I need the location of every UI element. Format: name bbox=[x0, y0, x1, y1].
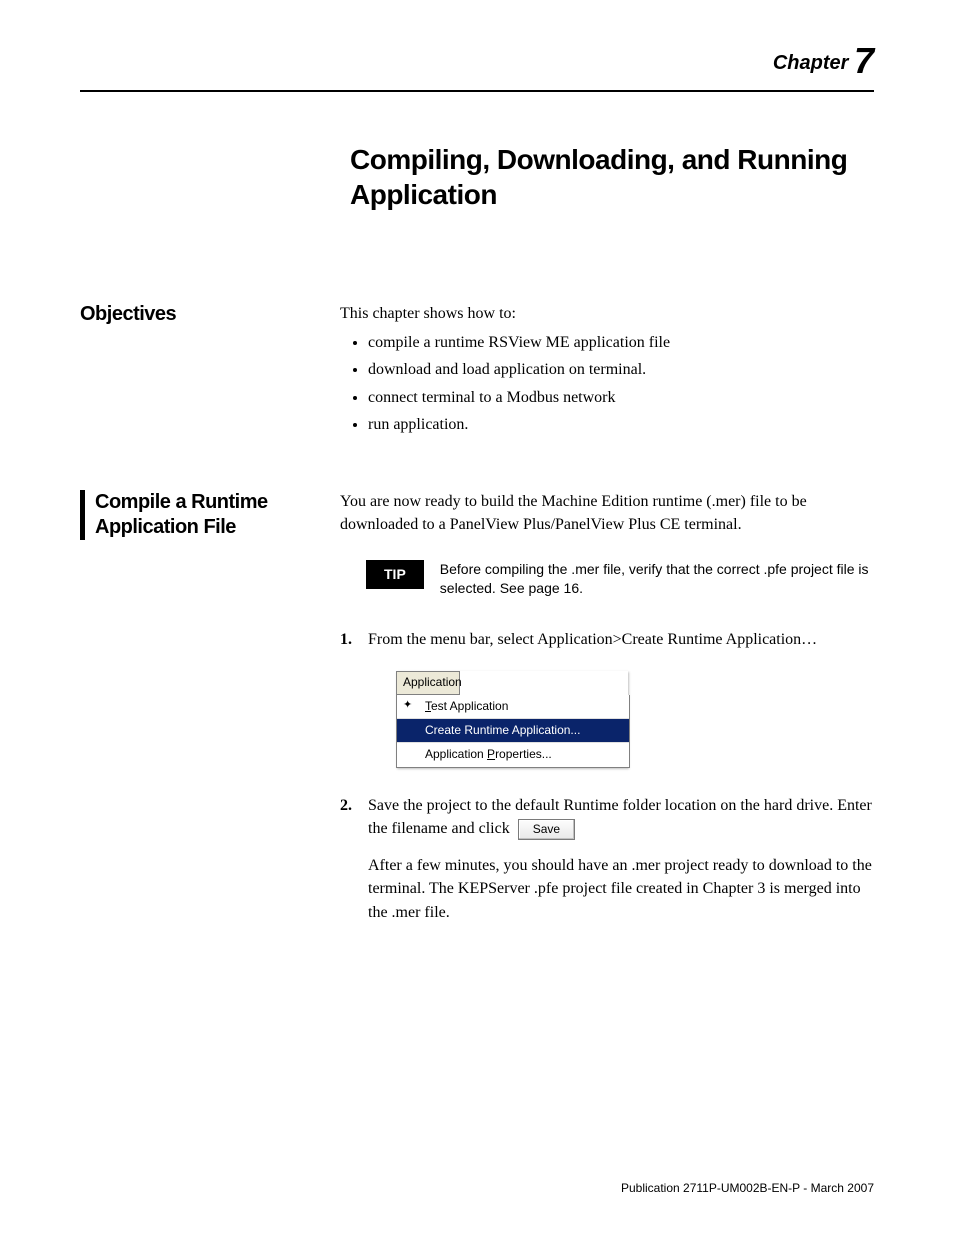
objectives-list: compile a runtime RSView ME application … bbox=[340, 331, 874, 436]
chapter-header: Chapter 7 bbox=[80, 40, 874, 82]
compile-heading: Compile a Runtime Application File bbox=[80, 490, 340, 540]
tip-block: TIP Before compiling the .mer file, veri… bbox=[366, 560, 874, 598]
step-2-text-a: Save the project to the default Runtime … bbox=[368, 797, 872, 837]
step-1-text: From the menu bar, select Application>Cr… bbox=[368, 631, 817, 648]
section-compile: Compile a Runtime Application File You a… bbox=[80, 490, 874, 940]
chapter-label: Chapter bbox=[773, 52, 849, 74]
save-button[interactable]: Save bbox=[518, 819, 575, 840]
list-item: compile a runtime RSView ME application … bbox=[368, 331, 874, 354]
menu-header[interactable]: Application bbox=[396, 671, 460, 694]
menu-item-create-runtime[interactable]: Create Runtime Application... bbox=[397, 719, 629, 743]
menu-item-label: Create Runtime Application... bbox=[425, 723, 580, 737]
menu-item-rest: est Application bbox=[431, 699, 508, 713]
list-item: run application. bbox=[368, 413, 874, 436]
menu-item-mnemonic: P bbox=[487, 747, 495, 761]
menu-item-properties[interactable]: Application Properties... bbox=[397, 743, 629, 766]
page-title: Compiling, Downloading, and Running Appl… bbox=[350, 142, 874, 212]
run-icon: ✦ bbox=[403, 698, 412, 714]
compile-body: You are now ready to build the Machine E… bbox=[340, 490, 874, 940]
section-objectives: Objectives This chapter shows how to: co… bbox=[80, 302, 874, 440]
step-1: From the menu bar, select Application>Cr… bbox=[340, 628, 874, 768]
objectives-heading: Objectives bbox=[80, 302, 340, 327]
menu-item-rest: roperties... bbox=[495, 747, 552, 761]
publication-footer: Publication 2711P-UM002B-EN-P - March 20… bbox=[621, 1181, 874, 1195]
tip-label: TIP bbox=[366, 560, 424, 588]
application-menu: Application ✦ Test Application Create Ru… bbox=[396, 671, 628, 768]
menu-body: ✦ Test Application Create Runtime Applic… bbox=[396, 695, 630, 768]
steps-list: From the menu bar, select Application>Cr… bbox=[340, 628, 874, 924]
objectives-body: This chapter shows how to: compile a run… bbox=[340, 302, 874, 440]
step-2-text-b: After a few minutes, you should have an … bbox=[368, 854, 874, 924]
step-2: Save the project to the default Runtime … bbox=[340, 794, 874, 924]
objectives-intro: This chapter shows how to: bbox=[340, 302, 874, 325]
tip-text: Before compiling the .mer file, verify t… bbox=[440, 560, 874, 598]
compile-intro: You are now ready to build the Machine E… bbox=[340, 490, 874, 536]
header-rule bbox=[80, 90, 874, 92]
menu-item-test-application[interactable]: ✦ Test Application bbox=[397, 695, 629, 719]
menu-item-pre: Application bbox=[425, 747, 487, 761]
list-item: download and load application on termina… bbox=[368, 358, 874, 381]
list-item: connect terminal to a Modbus network bbox=[368, 386, 874, 409]
chapter-number: 7 bbox=[854, 40, 874, 81]
